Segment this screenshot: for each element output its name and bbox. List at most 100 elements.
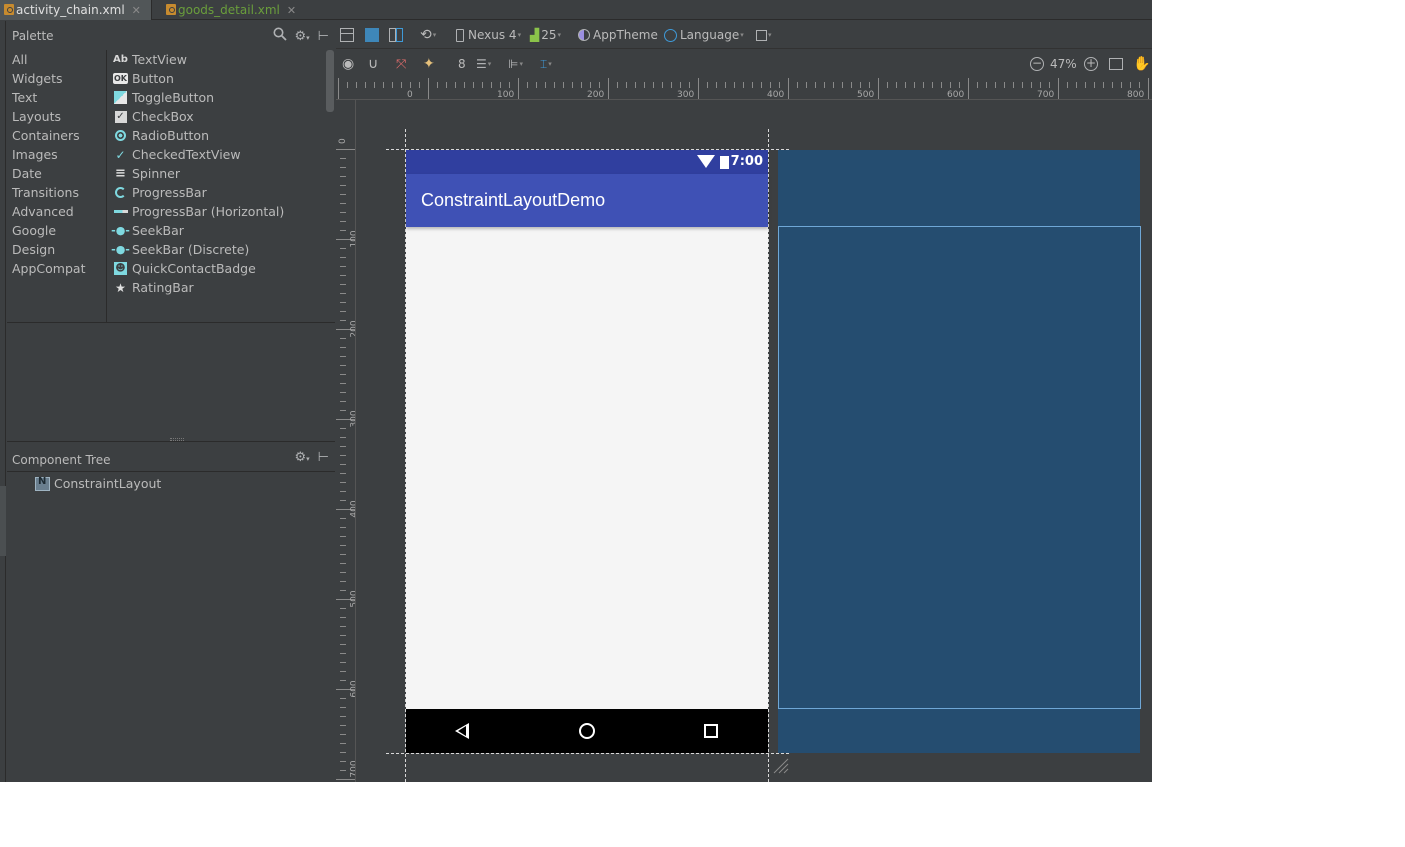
button-icon: OK xyxy=(113,73,128,84)
palette-category-widgets[interactable]: Widgets xyxy=(12,69,63,88)
palette-category-design[interactable]: Design xyxy=(12,240,55,259)
toggle-icon xyxy=(113,91,128,105)
theme-selector[interactable]: AppTheme xyxy=(578,26,658,44)
palette-item-seekbar-discrete[interactable]: -●- SeekBar (Discrete) xyxy=(111,240,250,259)
hide-panel-icon[interactable]: ⊢ xyxy=(318,450,329,465)
pack-icon[interactable]: ☰ ▾ xyxy=(476,55,491,73)
palette-item-togglebutton[interactable]: ToggleButton xyxy=(113,88,214,107)
design-canvas[interactable]: 7:00 ConstraintLayoutDemo xyxy=(357,101,1152,782)
spinner-icon: ≡ xyxy=(115,166,126,181)
align-icon[interactable]: ⊫ ▾ xyxy=(508,55,523,73)
globe-icon xyxy=(664,28,677,42)
palette-item-label: CheckedTextView xyxy=(132,147,241,162)
palette-item-seekbar[interactable]: -●- SeekBar xyxy=(111,221,184,240)
ruler-label: 700 xyxy=(349,760,356,778)
palette-category-text[interactable]: Text xyxy=(12,88,37,107)
default-margin-value[interactable]: 8 xyxy=(458,55,466,73)
close-tab-icon[interactable]: ✕ xyxy=(287,4,296,17)
ruler-label: 300 xyxy=(349,410,356,428)
palette-item-label: SeekBar (Discrete) xyxy=(132,242,250,257)
editor-tab-bar: activity_chain.xml ✕ goods_detail.xml ✕ xyxy=(0,0,1152,20)
palette-item-progressbar[interactable]: ProgressBar xyxy=(113,183,207,202)
tab-goods-detail[interactable]: goods_detail.xml ✕ xyxy=(162,0,302,20)
blueprint-content-area xyxy=(778,226,1141,709)
palette-category-advanced[interactable]: Advanced xyxy=(12,202,74,221)
ruler-label: 400 xyxy=(767,90,785,100)
palette-item-progressbar-horizontal[interactable]: ProgressBar (Horizontal) xyxy=(113,202,284,221)
palette-item-label: RadioButton xyxy=(132,128,209,143)
design-blueprint-view-icon[interactable] xyxy=(389,26,403,44)
checkbox-icon: ✓ xyxy=(114,110,127,123)
palette-item-textview[interactable]: Ab TextView xyxy=(113,50,187,69)
zoom-level: 47% xyxy=(1050,57,1077,71)
palette-item-button[interactable]: OK Button xyxy=(113,69,174,88)
palette-widget-list: Ab TextView OK Button ToggleButton ✓ Che… xyxy=(108,50,326,322)
palette-item-checkedtextview[interactable]: ✓ CheckedTextView xyxy=(113,145,241,164)
guidelines-icon[interactable]: ⌶ ▾ xyxy=(540,55,552,73)
palette-item-label: Spinner xyxy=(132,166,181,181)
palette-item-ratingbar[interactable]: ★ RatingBar xyxy=(113,278,194,297)
gear-icon[interactable]: ⚙▾ xyxy=(295,450,310,465)
component-tree-panel: Component Tree ⚙▾ ⊢ ConstraintLayout xyxy=(7,448,335,782)
palette-category-google[interactable]: Google xyxy=(12,221,56,240)
language-selector[interactable]: Language ▾ xyxy=(664,26,744,44)
progress-icon xyxy=(113,186,128,200)
tree-node-constraintlayout[interactable]: ConstraintLayout xyxy=(35,476,161,491)
device-selector[interactable]: Nexus 4 ▾ xyxy=(456,26,521,44)
layout-file-icon xyxy=(4,4,14,15)
layout-variants-icon[interactable]: ▾ xyxy=(756,26,772,44)
palette-category-images[interactable]: Images xyxy=(12,145,58,164)
app-title: ConstraintLayoutDemo xyxy=(421,190,606,210)
infer-constraints-icon[interactable]: ✦ xyxy=(423,55,435,73)
clear-constraints-icon[interactable]: ⤧ xyxy=(396,55,406,73)
theme-icon xyxy=(578,29,590,41)
layout-toolbar: ⟲ ▾ Nexus 4 ▾ ▟ 25 ▾ AppTheme Language ▾ ▾ xyxy=(336,21,1152,49)
palette-scrollbar[interactable] xyxy=(326,50,334,112)
ruler-label: 700 xyxy=(1037,90,1055,100)
palette-item-label: ProgressBar xyxy=(132,185,207,200)
wifi-icon xyxy=(697,155,715,168)
zoom-out-icon[interactable]: − xyxy=(1030,55,1044,73)
zoom-in-icon[interactable]: + xyxy=(1084,55,1098,73)
hide-panel-icon[interactable]: ⊢ xyxy=(318,29,329,44)
close-tab-icon[interactable]: ✕ xyxy=(132,4,141,17)
palette-item-checkbox[interactable]: ✓ CheckBox xyxy=(113,107,194,126)
gear-icon[interactable]: ⚙▾ xyxy=(295,29,310,44)
palette-item-label: TextView xyxy=(132,52,187,67)
checked-text-icon: ✓ xyxy=(115,147,126,162)
palette-item-spinner[interactable]: ≡ Spinner xyxy=(113,164,180,183)
blueprint-view-icon[interactable] xyxy=(365,26,379,44)
zoom-to-fit-icon[interactable] xyxy=(1109,55,1123,73)
api-level-label: 25 xyxy=(541,28,557,42)
ruler-ticks-horizontal xyxy=(338,78,1149,99)
tab-label: goods_detail.xml xyxy=(178,3,280,17)
android-icon: ▟ xyxy=(530,28,540,42)
pan-hand-icon[interactable]: ✋ xyxy=(1133,55,1150,73)
palette-category-containers[interactable]: Containers xyxy=(12,126,80,145)
api-level-selector[interactable]: ▟ 25 ▾ xyxy=(530,26,561,44)
palette-category-date[interactable]: Date xyxy=(12,164,42,183)
tab-activity-chain[interactable]: activity_chain.xml ✕ xyxy=(0,0,152,20)
bounds-guide xyxy=(768,129,769,782)
palette-category-appcompat[interactable]: AppCompat xyxy=(12,259,85,278)
search-icon[interactable] xyxy=(273,27,287,45)
autoconnect-magnet-icon[interactable]: ∪ xyxy=(368,55,378,73)
textview-icon: Ab xyxy=(113,54,128,65)
contact-icon: ☻ xyxy=(114,262,127,275)
palette-item-label: RatingBar xyxy=(132,280,194,295)
palette-category-transitions[interactable]: Transitions xyxy=(12,183,79,202)
show-constraints-eye-icon[interactable]: ◉ xyxy=(342,55,354,73)
resize-handle-icon[interactable] xyxy=(772,757,790,775)
ruler-label: 500 xyxy=(857,90,875,100)
battery-icon xyxy=(720,156,729,169)
palette-item-quickcontactbadge[interactable]: ☻ QuickContactBadge xyxy=(113,259,256,278)
device-preview[interactable]: 7:00 ConstraintLayoutDemo xyxy=(406,150,768,753)
blueprint-preview[interactable] xyxy=(778,150,1141,753)
palette-category-all[interactable]: All xyxy=(12,50,28,69)
panel-splitter-handle[interactable] xyxy=(170,438,184,441)
design-view-icon[interactable] xyxy=(340,26,354,44)
bounds-guide xyxy=(386,753,789,754)
palette-category-layouts[interactable]: Layouts xyxy=(12,107,61,126)
orientation-icon[interactable]: ⟲ ▾ xyxy=(420,26,436,44)
palette-item-radiobutton[interactable]: RadioButton xyxy=(113,126,209,145)
